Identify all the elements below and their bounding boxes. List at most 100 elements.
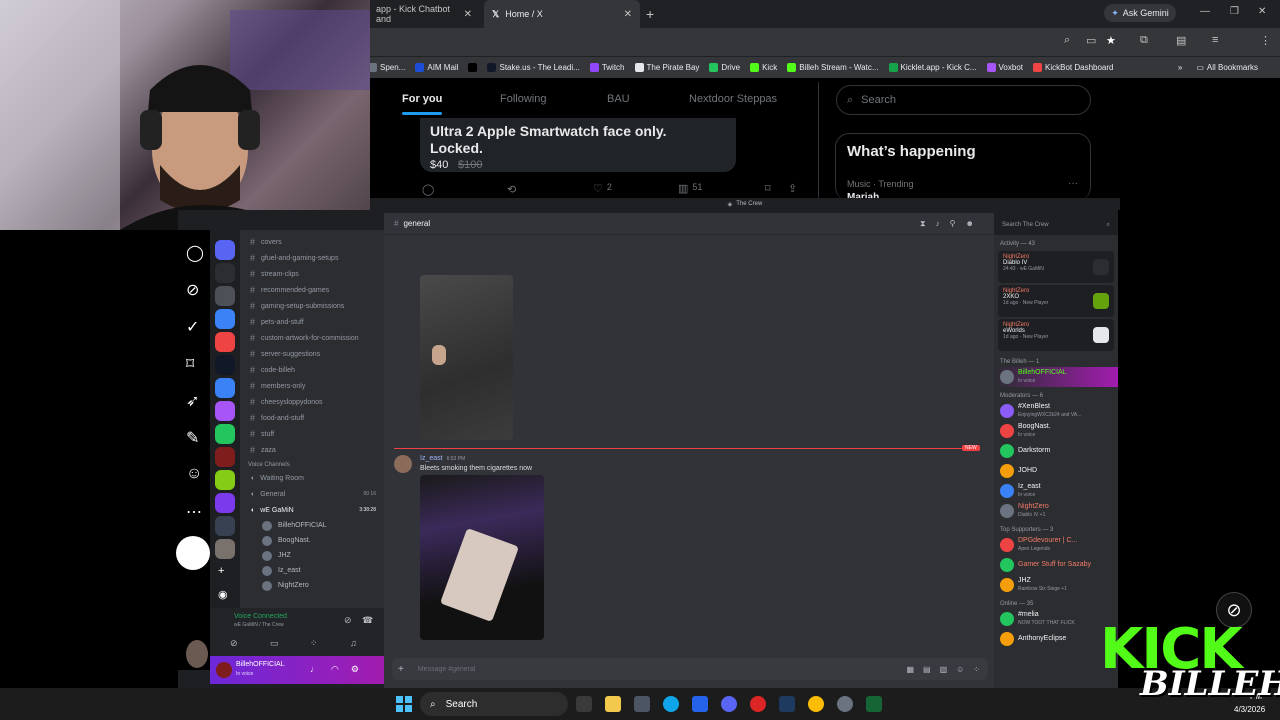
ask-gemini-button[interactable]: ✦ Ask Gemini [1104,4,1176,22]
add-attachment-icon[interactable]: + [398,664,404,675]
server-icon[interactable] [215,240,235,260]
channel-item[interactable]: # members-only [240,378,384,394]
share-icon[interactable]: ⇪ [788,182,797,195]
more-options-icon[interactable]: ··· [1068,178,1078,189]
new-tab-button[interactable]: + [646,6,654,22]
activity-card[interactable]: NightZero 2XKO 1d ago · New Player [998,285,1114,317]
threads-icon[interactable]: ⧗ [920,219,926,229]
server-icon[interactable] [215,447,235,467]
x-search-input[interactable]: ⌕ Search [836,85,1091,115]
compose-button[interactable] [176,536,210,570]
members-icon[interactable]: ☻ [965,219,973,229]
bookmark-item[interactable]: Kicklet.app - Kick C... [888,63,977,72]
tweet-card[interactable]: Ultra 2 Apple Smartwatch face only. Lock… [420,118,736,172]
bookmark-item[interactable]: Billeh Stream - Watc... [787,63,879,72]
tab-bau[interactable]: BAU [607,93,630,105]
avatar[interactable] [216,662,232,678]
channel-item[interactable]: # covers [240,234,384,250]
menu-icon[interactable]: ≡ [1212,34,1218,46]
discover-icon[interactable]: ◉ [218,588,228,601]
discord-icon[interactable] [721,696,737,712]
server-icon[interactable] [215,516,235,536]
tab-home-x[interactable]: 𝕏 Home / X ✕ [484,0,640,28]
server-icon[interactable] [215,263,235,283]
member-item[interactable]: NightZero Diablo IV +1 [994,501,1118,521]
bookmark-item[interactable] [468,63,478,72]
retweet-icon[interactable]: ⟲ [507,183,516,196]
channel-item[interactable]: # stuff [240,426,384,442]
voice-channel-item[interactable]: ◖ General 00 16 [240,486,384,502]
all-bookmarks-folder[interactable]: ▭ All Bookmarks [1196,63,1258,72]
gift-icon[interactable]: ▦ [906,665,914,674]
voice-user[interactable]: BillehOFFICIAL [258,518,384,533]
avatar[interactable] [186,640,208,668]
activity-card[interactable]: NightZero eWorlds 1d ago · New Player [998,319,1114,351]
bookmark-item[interactable]: Stake.us - The Leadi... [487,63,580,72]
channel-item[interactable]: # gaming-setup-submissions [240,298,384,314]
tab-nextdoor-steppas[interactable]: Nextdoor Steppas [689,93,777,105]
voice-user[interactable]: NightZero [258,578,384,593]
noise-icon[interactable]: ⊘ [344,615,352,626]
bell-icon[interactable]: ♪ [936,219,940,229]
emoji-icon[interactable]: ☺ [956,665,964,674]
cast-icon[interactable]: ▭ [1086,34,1096,47]
attachment-image[interactable] [420,275,513,440]
tab-kick-chatbot[interactable]: app - Kick Chatbot and ✕ [368,0,480,28]
attachment-image[interactable] [420,475,544,640]
edit-icon[interactable]: ✎ [186,428,199,448]
add-server-icon[interactable]: + [218,565,224,577]
server-icon[interactable] [215,286,235,306]
mic-icon[interactable]: ♩ [310,664,319,675]
chevron-right-icon[interactable]: » [1178,63,1182,72]
slash-icon[interactable]: ⊘ [186,280,199,300]
member-item[interactable]: BoogNast. In voice [994,421,1118,441]
bookmark-item[interactable]: Spen... [368,63,405,72]
channel-item[interactable]: # pets-and-stuff [240,314,384,330]
voice-user[interactable]: BoogNast. [258,533,384,548]
minimize-icon[interactable]: — [1200,6,1210,17]
activities-icon[interactable]: ⁘ [310,638,318,649]
headphones-icon[interactable]: ◠ [331,664,339,675]
screenshare-icon[interactable]: ▭ [270,638,279,649]
rocket-icon[interactable]: ➶ [186,391,199,411]
file-explorer-icon[interactable] [605,696,621,712]
store-icon[interactable] [634,696,650,712]
disconnect-icon[interactable]: ☎ [362,615,373,626]
tab-following[interactable]: Following [500,93,546,105]
bookmark-item[interactable]: Twitch [589,63,625,72]
pin-icon[interactable]: ⚲ [950,219,956,229]
reply-icon[interactable]: ◯ [422,183,434,196]
channel-item[interactable]: # cheesysloppydonos [240,394,384,410]
message-input[interactable]: + Message #general ▦ ▤ ▧ ☺ ⁘ [392,658,988,680]
channel-item[interactable]: # stream-clips [240,266,384,282]
bookmark-icon[interactable]: ⌑ [186,354,194,374]
chat-icon[interactable]: ◯ [186,243,204,263]
views-button[interactable]: ▥ 51 [678,182,702,195]
member-item[interactable]: #XenBlest EnjoyingWXC2k24 and VA... [994,401,1118,421]
channel-item[interactable]: # recommended-games [240,282,384,298]
extensions-icon[interactable]: ⧉ [1140,34,1148,47]
bookmark-item[interactable]: Kick [750,63,777,72]
member-item[interactable]: JHZ Rainbow Six Siege +1 [994,575,1118,595]
start-icon[interactable] [396,696,412,712]
member-item[interactable]: BillehOFFICIAL In voice [994,367,1118,387]
discord-search-input[interactable]: Search The Crew ⌕ [998,218,1114,232]
server-icon[interactable] [215,355,235,375]
chrome-icon[interactable] [808,696,824,712]
bookmark-item[interactable]: Drive [709,63,740,72]
channel-item[interactable]: # server-suggestions [240,346,384,362]
bookmark-item[interactable]: KickBot Dashboard [1033,63,1113,72]
sticker-icon[interactable]: ▧ [940,665,948,674]
member-item[interactable]: Iz_east In voice [994,481,1118,501]
voice-user[interactable]: JHZ [258,548,384,563]
bookmark-icon[interactable]: ⌑ [765,182,771,195]
channel-item[interactable]: # zaza [240,442,384,458]
excel-icon[interactable] [866,696,882,712]
channel-item[interactable]: # code-billeh [240,362,384,378]
server-icon[interactable] [215,309,235,329]
sidepanel-icon[interactable]: ▤ [1176,34,1186,47]
outlook-icon[interactable] [692,696,708,712]
star-icon[interactable]: ★ [1106,34,1116,47]
check-icon[interactable]: ✓ [186,317,199,337]
camera-off-icon[interactable]: ⊘ [230,638,238,649]
